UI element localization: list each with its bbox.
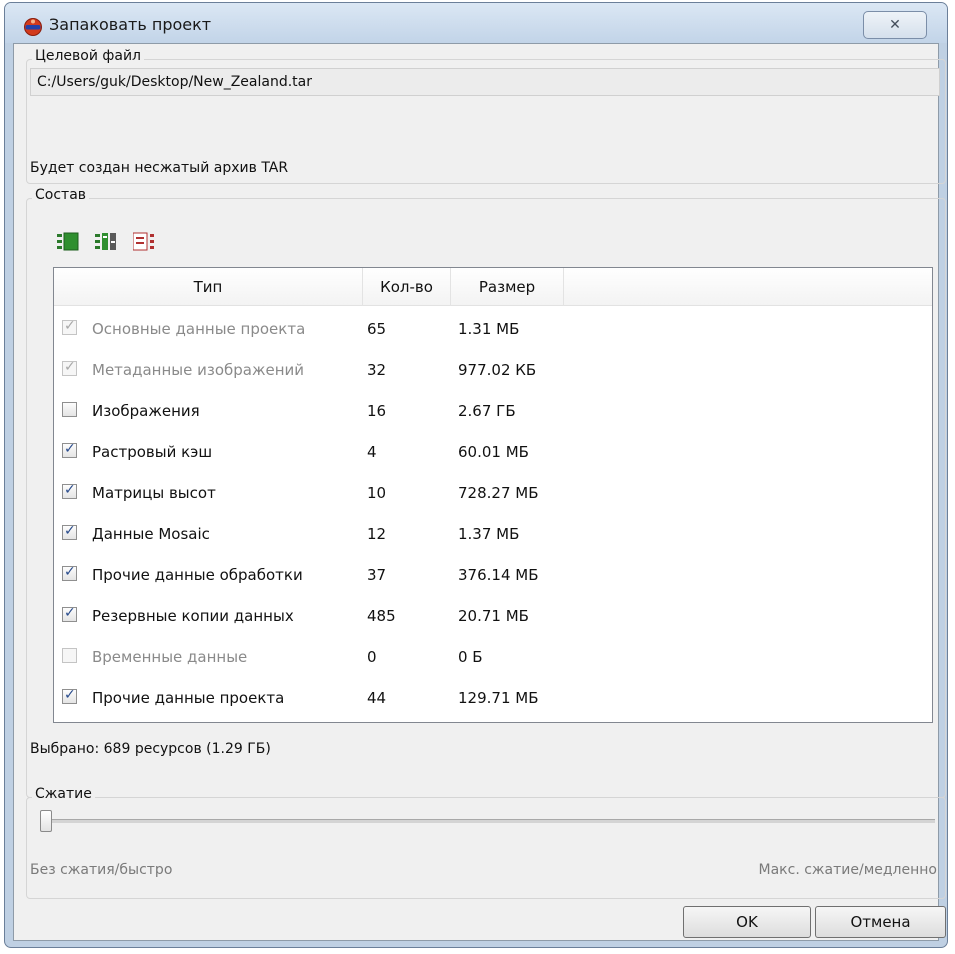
table-row[interactable]: Резервные копии данных 485 20.71 МБ (54, 595, 932, 636)
row-size: 129.71 МБ (458, 688, 539, 707)
archive-note: Будет создан несжатый архив TAR (30, 160, 289, 176)
row-size: 977.02 КБ (458, 360, 537, 379)
target-path-field[interactable]: C:/Users/guk/Desktop/New_Zealand.tar (30, 68, 940, 96)
row-count: 16 (367, 401, 387, 420)
row-size: 1.31 МБ (458, 319, 520, 338)
row-checkbox[interactable] (62, 687, 77, 704)
ok-button[interactable]: OK (683, 906, 811, 938)
row-type-label: Основные данные проекта (92, 319, 306, 338)
table-row[interactable]: Временные данные 0 0 Б (54, 636, 932, 677)
close-button[interactable]: ✕ (863, 11, 927, 39)
row-size: 728.27 МБ (458, 483, 539, 502)
app-icon (24, 18, 42, 36)
compression-slider-track[interactable] (40, 819, 935, 823)
column-header-empty (564, 268, 932, 306)
compression-min-label: Без сжатия/быстро (30, 862, 173, 878)
compression-max-label: Макс. сжатие/медленно (758, 862, 937, 878)
table-row[interactable]: Изображения 16 2.67 ГБ (54, 390, 932, 431)
row-type-label: Изображения (92, 401, 200, 420)
table-row[interactable]: Данные Mosaic 12 1.37 МБ (54, 513, 932, 554)
row-size: 2.67 ГБ (458, 401, 516, 420)
table-row[interactable]: Матрицы высот 10 728.27 МБ (54, 472, 932, 513)
table-row[interactable]: Прочие данные проекта 44 129.71 МБ (54, 677, 932, 718)
row-type-label: Метаданные изображений (92, 360, 305, 379)
select-all-icon[interactable] (57, 232, 79, 252)
compression-slider-thumb[interactable] (40, 810, 52, 832)
column-header-type[interactable]: Тип (54, 268, 363, 306)
row-type-label: Данные Mosaic (92, 524, 210, 543)
row-size: 60.01 МБ (458, 442, 529, 461)
row-checkbox (62, 318, 77, 335)
table-row[interactable]: Прочие данные обработки 37 376.14 МБ (54, 554, 932, 595)
invert-selection-icon[interactable] (95, 232, 117, 252)
contents-table: Тип Кол-во Размер Основные данные проект… (53, 267, 933, 723)
row-checkbox[interactable] (62, 564, 77, 581)
row-checkbox[interactable] (62, 605, 77, 622)
row-count: 44 (367, 688, 387, 707)
row-count: 10 (367, 483, 387, 502)
row-type-label: Резервные копии данных (92, 606, 294, 625)
row-checkbox[interactable] (62, 402, 77, 417)
row-count: 12 (367, 524, 387, 543)
contents-group-title: Состав (32, 187, 90, 203)
table-row[interactable]: Растровый кэш 4 60.01 МБ (54, 431, 932, 472)
row-type-label: Временные данные (92, 647, 248, 666)
deselect-all-icon[interactable] (133, 232, 155, 252)
row-type-label: Прочие данные проекта (92, 688, 285, 707)
row-checkbox[interactable] (62, 523, 77, 540)
window-title: Запаковать проект (49, 15, 212, 34)
selection-summary: Выбрано: 689 ресурсов (1.29 ГБ) (30, 741, 271, 757)
row-checkbox[interactable] (62, 441, 77, 458)
row-checkbox (62, 359, 77, 376)
row-checkbox (62, 648, 77, 663)
row-size: 0 Б (458, 647, 483, 666)
cancel-button[interactable]: Отмена (815, 906, 946, 938)
row-size: 1.37 МБ (458, 524, 520, 543)
row-size: 20.71 МБ (458, 606, 529, 625)
row-type-label: Растровый кэш (92, 442, 213, 461)
table-row[interactable]: Основные данные проекта 65 1.31 МБ (54, 308, 932, 349)
row-count: 4 (367, 442, 377, 461)
close-icon: ✕ (889, 17, 901, 33)
title-bar: Запаковать проект ✕ (5, 3, 947, 43)
row-type-label: Прочие данные обработки (92, 565, 303, 584)
row-size: 376.14 МБ (458, 565, 539, 584)
column-header-size[interactable]: Размер (451, 268, 564, 306)
row-count: 0 (367, 647, 377, 666)
compression-group (26, 797, 946, 899)
table-row[interactable]: Метаданные изображений 32 977.02 КБ (54, 349, 932, 390)
target-file-group-title: Целевой файл (32, 48, 145, 64)
row-count: 37 (367, 565, 387, 584)
row-count: 65 (367, 319, 387, 338)
row-count: 32 (367, 360, 387, 379)
compression-group-title: Сжатие (32, 786, 95, 802)
row-type-label: Матрицы высот (92, 483, 216, 502)
column-header-count[interactable]: Кол-во (363, 268, 451, 306)
row-count: 485 (367, 606, 396, 625)
row-checkbox[interactable] (62, 482, 77, 499)
